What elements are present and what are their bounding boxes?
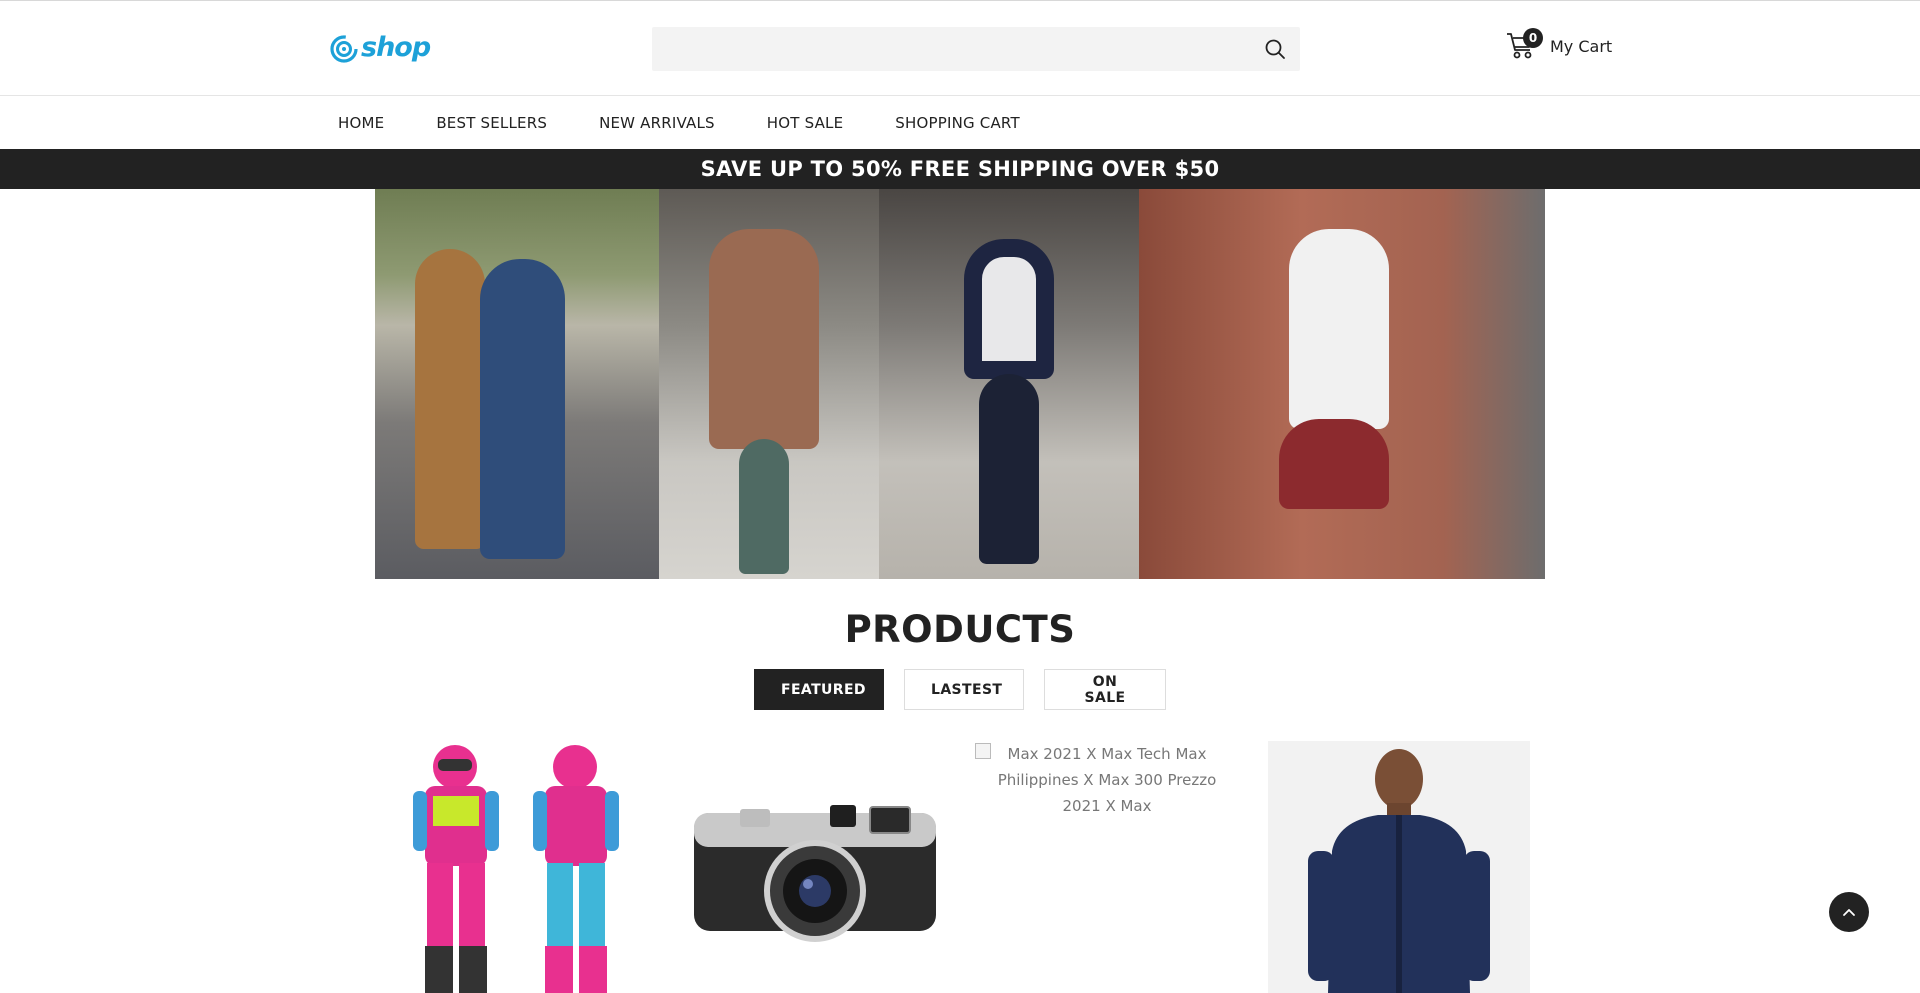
cart-link[interactable]: 0 My Cart bbox=[1506, 28, 1612, 60]
figure-shape bbox=[1279, 419, 1389, 509]
hero-banner[interactable] bbox=[375, 189, 1545, 579]
banner-photo-flannel-skirt bbox=[1139, 189, 1545, 579]
cart-icon-wrap: 0 bbox=[1506, 28, 1543, 60]
banner-photo-street-duo bbox=[375, 189, 659, 579]
nav-item-home[interactable]: HOME bbox=[338, 114, 384, 132]
product-image-alt: Max 2021 X Max Tech Max Philippines X Ma… bbox=[997, 745, 1217, 815]
nav-list: HOME BEST SELLERS NEW ARRIVALS HOT SALE … bbox=[338, 97, 1072, 149]
search-icon bbox=[1265, 39, 1285, 59]
cart-count-badge: 0 bbox=[1523, 28, 1543, 48]
logo-text: shop bbox=[361, 32, 431, 63]
nav-item-hot-sale[interactable]: HOT SALE bbox=[767, 114, 844, 132]
figure-shape bbox=[480, 259, 565, 559]
broken-image: Max 2021 X Max Tech Max Philippines X Ma… bbox=[975, 741, 1237, 819]
site-header: shop 0 My Cart bbox=[0, 1, 1920, 96]
tab-featured[interactable]: FEATURED bbox=[754, 669, 884, 710]
tab-on-sale[interactable]: ON SALE bbox=[1044, 669, 1166, 710]
figure-shape bbox=[415, 249, 485, 549]
figure-shape bbox=[979, 374, 1039, 564]
logo-link[interactable]: shop bbox=[329, 32, 431, 63]
product-card[interactable] bbox=[680, 741, 950, 993]
figure-shape bbox=[739, 439, 789, 574]
chevron-up-icon bbox=[1843, 909, 1855, 916]
search-button[interactable] bbox=[1264, 38, 1286, 60]
product-tabs: FEATURED LASTEST ON SALE bbox=[0, 669, 1920, 710]
tab-lastest[interactable]: LASTEST bbox=[904, 669, 1024, 710]
promo-banner: SAVE UP TO 50% FREE SHIPPING OVER $50 bbox=[0, 149, 1920, 189]
products-heading: PRODUCTS bbox=[844, 608, 1076, 651]
figure-shape bbox=[964, 239, 1054, 379]
nav-item-shopping-cart[interactable]: SHOPPING CART bbox=[895, 114, 1020, 132]
search-input[interactable] bbox=[652, 27, 1242, 71]
back-to-top-button[interactable] bbox=[1829, 892, 1869, 932]
nav-item-new-arrivals[interactable]: NEW ARRIVALS bbox=[599, 114, 715, 132]
navy-jacket-image bbox=[1308, 749, 1490, 993]
motocross-gear-image bbox=[413, 745, 619, 993]
main-nav: HOME BEST SELLERS NEW ARRIVALS HOT SALE … bbox=[0, 97, 1920, 149]
figure-shape bbox=[709, 229, 819, 449]
figure-shape bbox=[1289, 229, 1389, 429]
banner-photo-striped-top bbox=[879, 189, 1139, 579]
product-card[interactable] bbox=[1268, 741, 1530, 993]
product-card[interactable]: Max 2021 X Max Tech Max Philippines X Ma… bbox=[975, 741, 1237, 993]
cart-label: My Cart bbox=[1550, 36, 1613, 56]
banner-photo-plaid-poncho bbox=[659, 189, 879, 579]
leica-camera-image bbox=[694, 805, 936, 942]
product-card[interactable] bbox=[395, 741, 665, 993]
nav-item-best-sellers[interactable]: BEST SELLERS bbox=[436, 114, 547, 132]
search-bar bbox=[652, 27, 1300, 71]
swirl-logo-icon bbox=[330, 35, 358, 63]
